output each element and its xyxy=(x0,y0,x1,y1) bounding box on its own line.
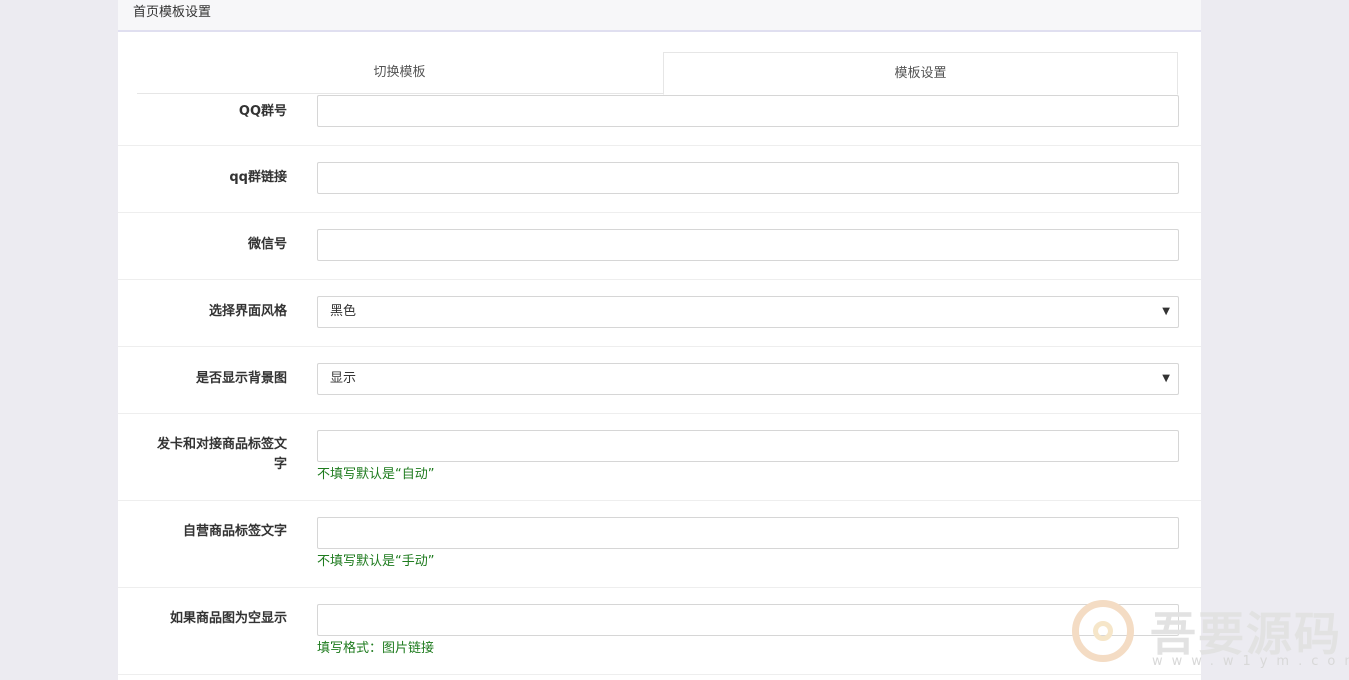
form-row-show-bg: 是否显示背景图 显示 ▼ xyxy=(118,347,1201,414)
qq-group-link-input[interactable] xyxy=(317,162,1179,194)
dropdown-arrow-icon: ▼ xyxy=(1162,306,1170,317)
card-tag-input[interactable] xyxy=(317,430,1179,462)
card-tag-label-line1: 发卡和对接商品标签文 xyxy=(156,437,287,452)
wechat-input[interactable] xyxy=(317,229,1179,261)
self-tag-help: 不填写默认是“手动” xyxy=(317,554,435,569)
card-tag-help: 不填写默认是“自动” xyxy=(317,467,435,482)
show-bg-select[interactable]: 显示 ▼ xyxy=(317,363,1179,395)
empty-img-input[interactable] xyxy=(317,604,1179,636)
panel-title: 首页模板设置 xyxy=(118,0,1201,32)
dropdown-arrow-icon: ▼ xyxy=(1162,373,1170,384)
self-tag-input[interactable] xyxy=(317,517,1179,549)
qq-group-input[interactable] xyxy=(317,95,1179,127)
form-row-ui-style: 选择界面风格 黑色 ▼ xyxy=(118,280,1201,347)
show-bg-value: 显示 xyxy=(330,371,357,386)
show-bg-label: 是否显示背景图 xyxy=(195,371,287,386)
ui-style-select[interactable]: 黑色 ▼ xyxy=(317,296,1179,328)
tab-bar: 切换模板 模板设置 xyxy=(137,52,1178,95)
empty-img-label: 如果商品图为空显示 xyxy=(169,611,287,626)
tab-template-settings[interactable]: 模板设置 xyxy=(663,52,1178,95)
form-row-empty-img: 如果商品图为空显示 填写格式：图片链接 xyxy=(118,588,1201,675)
settings-panel: 首页模板设置 切换模板 模板设置 QQ群号 qq群链接 微信号 选择界面风格 黑… xyxy=(118,0,1201,680)
form-row-self-tag: 自营商品标签文字 不填写默认是“手动” xyxy=(118,501,1201,588)
form-row-wechat: 微信号 xyxy=(118,213,1201,280)
card-tag-label: 发卡和对接商品标签文 字 xyxy=(118,435,287,475)
qq-group-label: QQ群号 xyxy=(238,104,287,119)
card-tag-label-line2: 字 xyxy=(273,457,287,472)
form-row-qq-group: QQ群号 xyxy=(118,94,1201,146)
ui-style-label: 选择界面风格 xyxy=(208,304,287,319)
ui-style-value: 黑色 xyxy=(330,304,357,319)
empty-img-help: 填写格式：图片链接 xyxy=(317,641,435,656)
self-tag-label: 自营商品标签文字 xyxy=(182,524,287,539)
qq-group-link-label: qq群链接 xyxy=(229,170,287,185)
form-row-qq-group-link: qq群链接 xyxy=(118,146,1201,213)
form-row-card-tag: 发卡和对接商品标签文 字 不填写默认是“自动” xyxy=(118,414,1201,501)
wechat-label: 微信号 xyxy=(247,237,287,252)
tab-switch-template[interactable]: 切换模板 xyxy=(137,52,662,93)
